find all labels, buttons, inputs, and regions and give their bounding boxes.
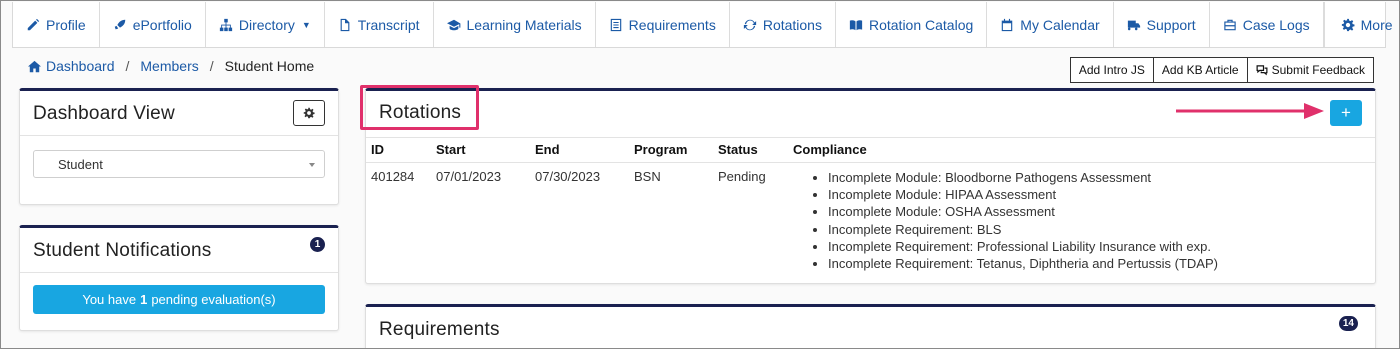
nav-rotation-catalog-label: Rotation Catalog <box>868 16 974 33</box>
dashboard-view-panel: Dashboard View Student <box>19 88 339 205</box>
breadcrumb-dashboard-label: Dashboard <box>46 58 115 74</box>
app-frame: Profile ePortfolio Directory ▼ Transcrip… <box>0 0 1400 349</box>
list-icon <box>610 18 621 31</box>
pencil-icon <box>27 18 40 30</box>
sitemap-icon <box>219 18 232 31</box>
nav-more-label: More <box>1360 16 1393 33</box>
breadcrumb-separator: / <box>209 58 214 74</box>
dashboard-view-selected: Student <box>58 156 103 172</box>
breadcrumb-separator: / <box>125 58 130 74</box>
book-icon <box>849 19 863 30</box>
nav-rotations[interactable]: Rotations <box>730 2 836 47</box>
breadcrumb-dashboard-link[interactable]: Dashboard <box>28 58 115 74</box>
breadcrumb-current: Student Home <box>224 58 315 74</box>
pending-evaluations-suffix: pending evaluation(s) <box>151 292 276 307</box>
rotation-start: 07/01/2023 <box>436 169 502 184</box>
dashboard-view-select[interactable]: Student <box>33 150 325 178</box>
nav-support[interactable]: Support <box>1114 2 1210 47</box>
breadcrumb: Dashboard / Members / Student Home <box>28 58 314 74</box>
truck-icon <box>1127 20 1140 30</box>
rotation-id: 401284 <box>371 169 415 184</box>
nav-transcript-label: Transcript <box>357 16 420 33</box>
col-status: Status <box>718 138 793 163</box>
nav-transcript[interactable]: Transcript <box>325 2 434 47</box>
nav-rotation-catalog[interactable]: Rotation Catalog <box>836 2 988 47</box>
divider <box>20 135 338 136</box>
col-id: ID <box>366 138 436 163</box>
rotation-program: BSN <box>634 169 661 184</box>
nav-requirements-label: Requirements <box>628 16 716 33</box>
arrow-right-icon <box>1176 103 1324 119</box>
dashboard-settings-button[interactable] <box>293 100 325 126</box>
rotation-status: Pending <box>718 169 766 184</box>
home-icon <box>28 60 41 72</box>
rotation-compliance: Incomplete Module: Bloodborne Pathogens … <box>793 163 1375 273</box>
student-notifications-panel: Student Notifications 1 You have 1 pendi… <box>19 225 339 331</box>
submit-feedback-label: Submit Feedback <box>1271 63 1365 77</box>
top-navbar: Profile ePortfolio Directory ▼ Transcrip… <box>12 2 1393 48</box>
requirements-title: Requirements <box>379 319 500 340</box>
pending-evaluations-prefix: You have <box>82 292 137 307</box>
nav-learning-materials[interactable]: Learning Materials <box>434 2 596 47</box>
breadcrumb-members-link[interactable]: Members <box>140 58 198 74</box>
requirements-panel: Requirements 14 <box>365 304 1376 348</box>
nav-requirements[interactable]: Requirements <box>596 2 730 47</box>
chevron-down-icon <box>309 163 315 167</box>
col-program: Program <box>634 138 718 163</box>
notifications-count-badge: 1 <box>310 237 325 252</box>
student-notifications-title: Student Notifications <box>33 240 212 261</box>
refresh-icon <box>743 19 756 30</box>
nav-profile[interactable]: Profile <box>13 2 100 47</box>
nav-profile-label: Profile <box>46 16 86 33</box>
dashboard-view-title: Dashboard View <box>33 103 175 124</box>
nav-directory[interactable]: Directory ▼ <box>206 2 325 47</box>
nav-my-calendar[interactable]: My Calendar <box>987 2 1114 47</box>
list-item: Incomplete Requirement: Professional Lia… <box>828 238 1375 255</box>
nav-case-logs[interactable]: Case Logs <box>1210 2 1324 47</box>
gear-icon <box>1341 18 1355 31</box>
add-intro-js-button[interactable]: Add Intro JS <box>1069 57 1154 83</box>
calendar-icon <box>1002 18 1013 31</box>
page-action-buttons: Add Intro JS Add KB Article Submit Feedb… <box>1069 57 1374 83</box>
nav-support-label: Support <box>1146 16 1196 33</box>
pending-evaluations-button[interactable]: You have 1 pending evaluation(s) <box>33 285 325 314</box>
table-row[interactable]: 401284 07/01/2023 07/30/2023 BSN Pending… <box>366 163 1375 273</box>
list-item: Incomplete Module: Bloodborne Pathogens … <box>828 169 1375 186</box>
caret-down-icon: ▼ <box>301 19 311 30</box>
nav-rotations-label: Rotations <box>762 16 822 33</box>
col-end: End <box>535 138 634 163</box>
compliance-list: Incomplete Module: Bloodborne Pathogens … <box>793 169 1375 272</box>
file-icon <box>340 18 350 31</box>
list-item: Incomplete Requirement: BLS <box>828 221 1375 238</box>
rotations-table: ID Start End Program Status Compliance 4… <box>366 138 1375 272</box>
list-item: Incomplete Module: HIPAA Assessment <box>828 186 1375 203</box>
graduation-cap-icon <box>446 19 460 30</box>
col-start: Start <box>436 138 535 163</box>
add-rotation-button[interactable]: + <box>1330 100 1362 126</box>
gear-icon <box>303 107 315 119</box>
list-item: Incomplete Module: OSHA Assessment <box>828 203 1375 220</box>
submit-feedback-button[interactable]: Submit Feedback <box>1246 57 1374 83</box>
table-header-row: ID Start End Program Status Compliance <box>366 138 1375 163</box>
nav-more-menu[interactable]: More ▼ <box>1325 2 1399 47</box>
nav-eportfolio-label: ePortfolio <box>132 16 192 33</box>
nav-eportfolio[interactable]: ePortfolio <box>100 2 206 47</box>
pending-evaluations-count: 1 <box>140 292 148 307</box>
divider <box>20 272 338 273</box>
briefcase-icon <box>1224 19 1236 30</box>
list-item: Incomplete Requirement: Tetanus, Diphthe… <box>828 255 1375 272</box>
nav-my-calendar-label: My Calendar <box>1020 16 1100 33</box>
nav-learning-materials-label: Learning Materials <box>466 16 582 33</box>
add-kb-article-button[interactable]: Add KB Article <box>1152 57 1248 83</box>
nav-directory-label: Directory <box>238 16 295 33</box>
requirements-count-badge: 14 <box>1338 316 1358 331</box>
rocket-icon <box>114 19 125 29</box>
rotations-title-highlight <box>360 85 479 130</box>
rotation-end: 07/30/2023 <box>535 169 601 184</box>
nav-case-logs-label: Case Logs <box>1242 16 1310 33</box>
comments-icon <box>1256 65 1268 76</box>
col-compliance: Compliance <box>793 138 1375 163</box>
